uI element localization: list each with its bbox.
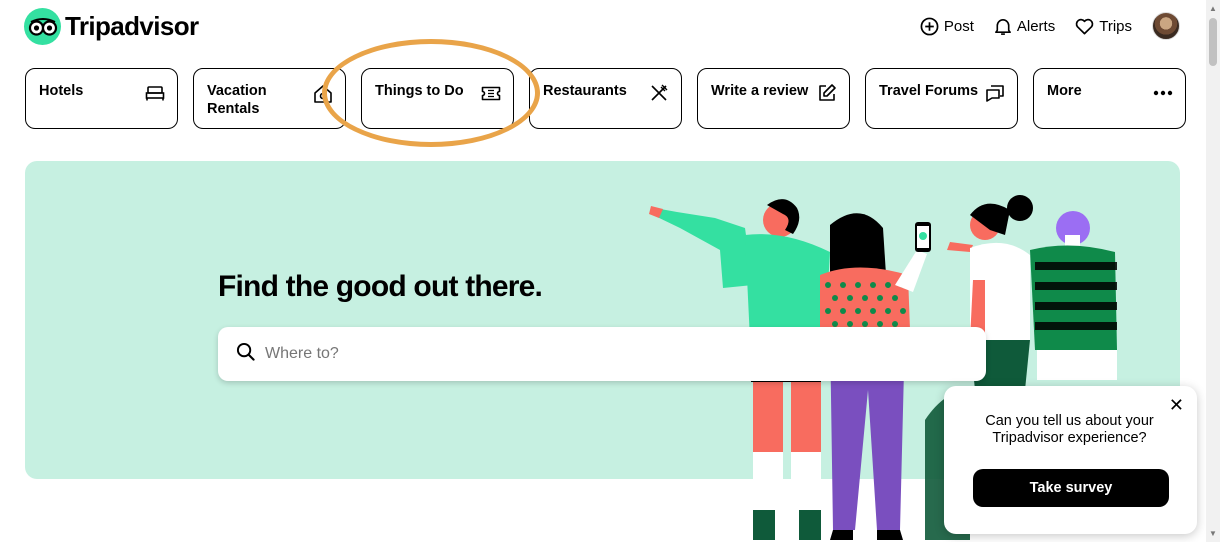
nav-item-write-review[interactable]: Write a review <box>697 68 850 129</box>
nav-item-hotels[interactable]: Hotels <box>25 68 178 129</box>
scroll-thumb[interactable] <box>1209 18 1217 66</box>
survey-popup: ✕ Can you tell us about your Tripadvisor… <box>944 386 1197 534</box>
nav-item-things-to-do[interactable]: Things to Do <box>361 68 514 129</box>
bell-icon <box>994 17 1012 36</box>
bed-icon <box>145 83 165 103</box>
trips-label: Trips <box>1099 17 1132 35</box>
plus-circle-icon <box>920 17 939 36</box>
nav-item-more[interactable]: More <box>1033 68 1186 129</box>
house-icon <box>313 83 333 103</box>
nav-item-travel-forums[interactable]: Travel Forums <box>865 68 1018 129</box>
logo-wordmark: Tripadvisor <box>65 11 199 41</box>
nav-label-travel-forums: Travel Forums <box>879 83 979 99</box>
tripadvisor-logo[interactable]: Tripadvisor <box>24 8 199 45</box>
survey-question: Can you tell us about your Tripadvisor e… <box>985 413 1154 446</box>
scroll-down-arrow-icon[interactable]: ▼ <box>1209 529 1217 538</box>
owl-logo-icon <box>24 8 61 45</box>
alerts-label: Alerts <box>1016 17 1056 35</box>
scroll-up-arrow-icon[interactable]: ▲ <box>1209 4 1217 13</box>
heart-icon <box>1075 18 1094 35</box>
nav-label-write-review: Write a review <box>711 83 809 99</box>
nav-label-more: More <box>1047 83 1082 99</box>
page-scrollbar[interactable]: ▲ ▼ <box>1206 0 1220 542</box>
search-icon <box>236 342 255 366</box>
post-link[interactable]: Post <box>920 17 974 36</box>
trips-link[interactable]: Trips <box>1075 18 1132 35</box>
header-actions: Post Alerts Trips <box>920 12 1180 40</box>
take-survey-button[interactable]: Take survey <box>973 469 1169 507</box>
post-label: Post <box>943 17 974 35</box>
edit-icon <box>817 83 837 103</box>
user-avatar[interactable] <box>1152 12 1180 40</box>
ticket-icon <box>481 83 501 103</box>
close-icon[interactable]: ✕ <box>1169 396 1184 414</box>
nav-label-vacation-rentals: Vacation Rentals <box>207 83 267 117</box>
nav-item-restaurants[interactable]: Restaurants <box>529 68 682 129</box>
search-placeholder: Where to? <box>265 345 339 362</box>
hero-title: Find the good out there. <box>218 270 543 303</box>
nav-item-vacation-rentals[interactable]: Vacation Rentals <box>193 68 346 129</box>
chat-icon <box>985 83 1005 103</box>
search-input[interactable]: Where to? <box>218 327 986 381</box>
nav-label-things-to-do: Things to Do <box>375 83 464 99</box>
category-nav: Hotels Vacation Rentals Things to Do Res… <box>25 68 1186 129</box>
nav-label-restaurants: Restaurants <box>543 83 627 99</box>
more-dots-icon <box>1153 83 1173 103</box>
fork-knife-icon <box>649 83 669 103</box>
alerts-link[interactable]: Alerts <box>994 17 1055 36</box>
nav-label-hotels: Hotels <box>39 83 84 99</box>
top-header: Tripadvisor Post Alerts Trips <box>0 0 1206 56</box>
